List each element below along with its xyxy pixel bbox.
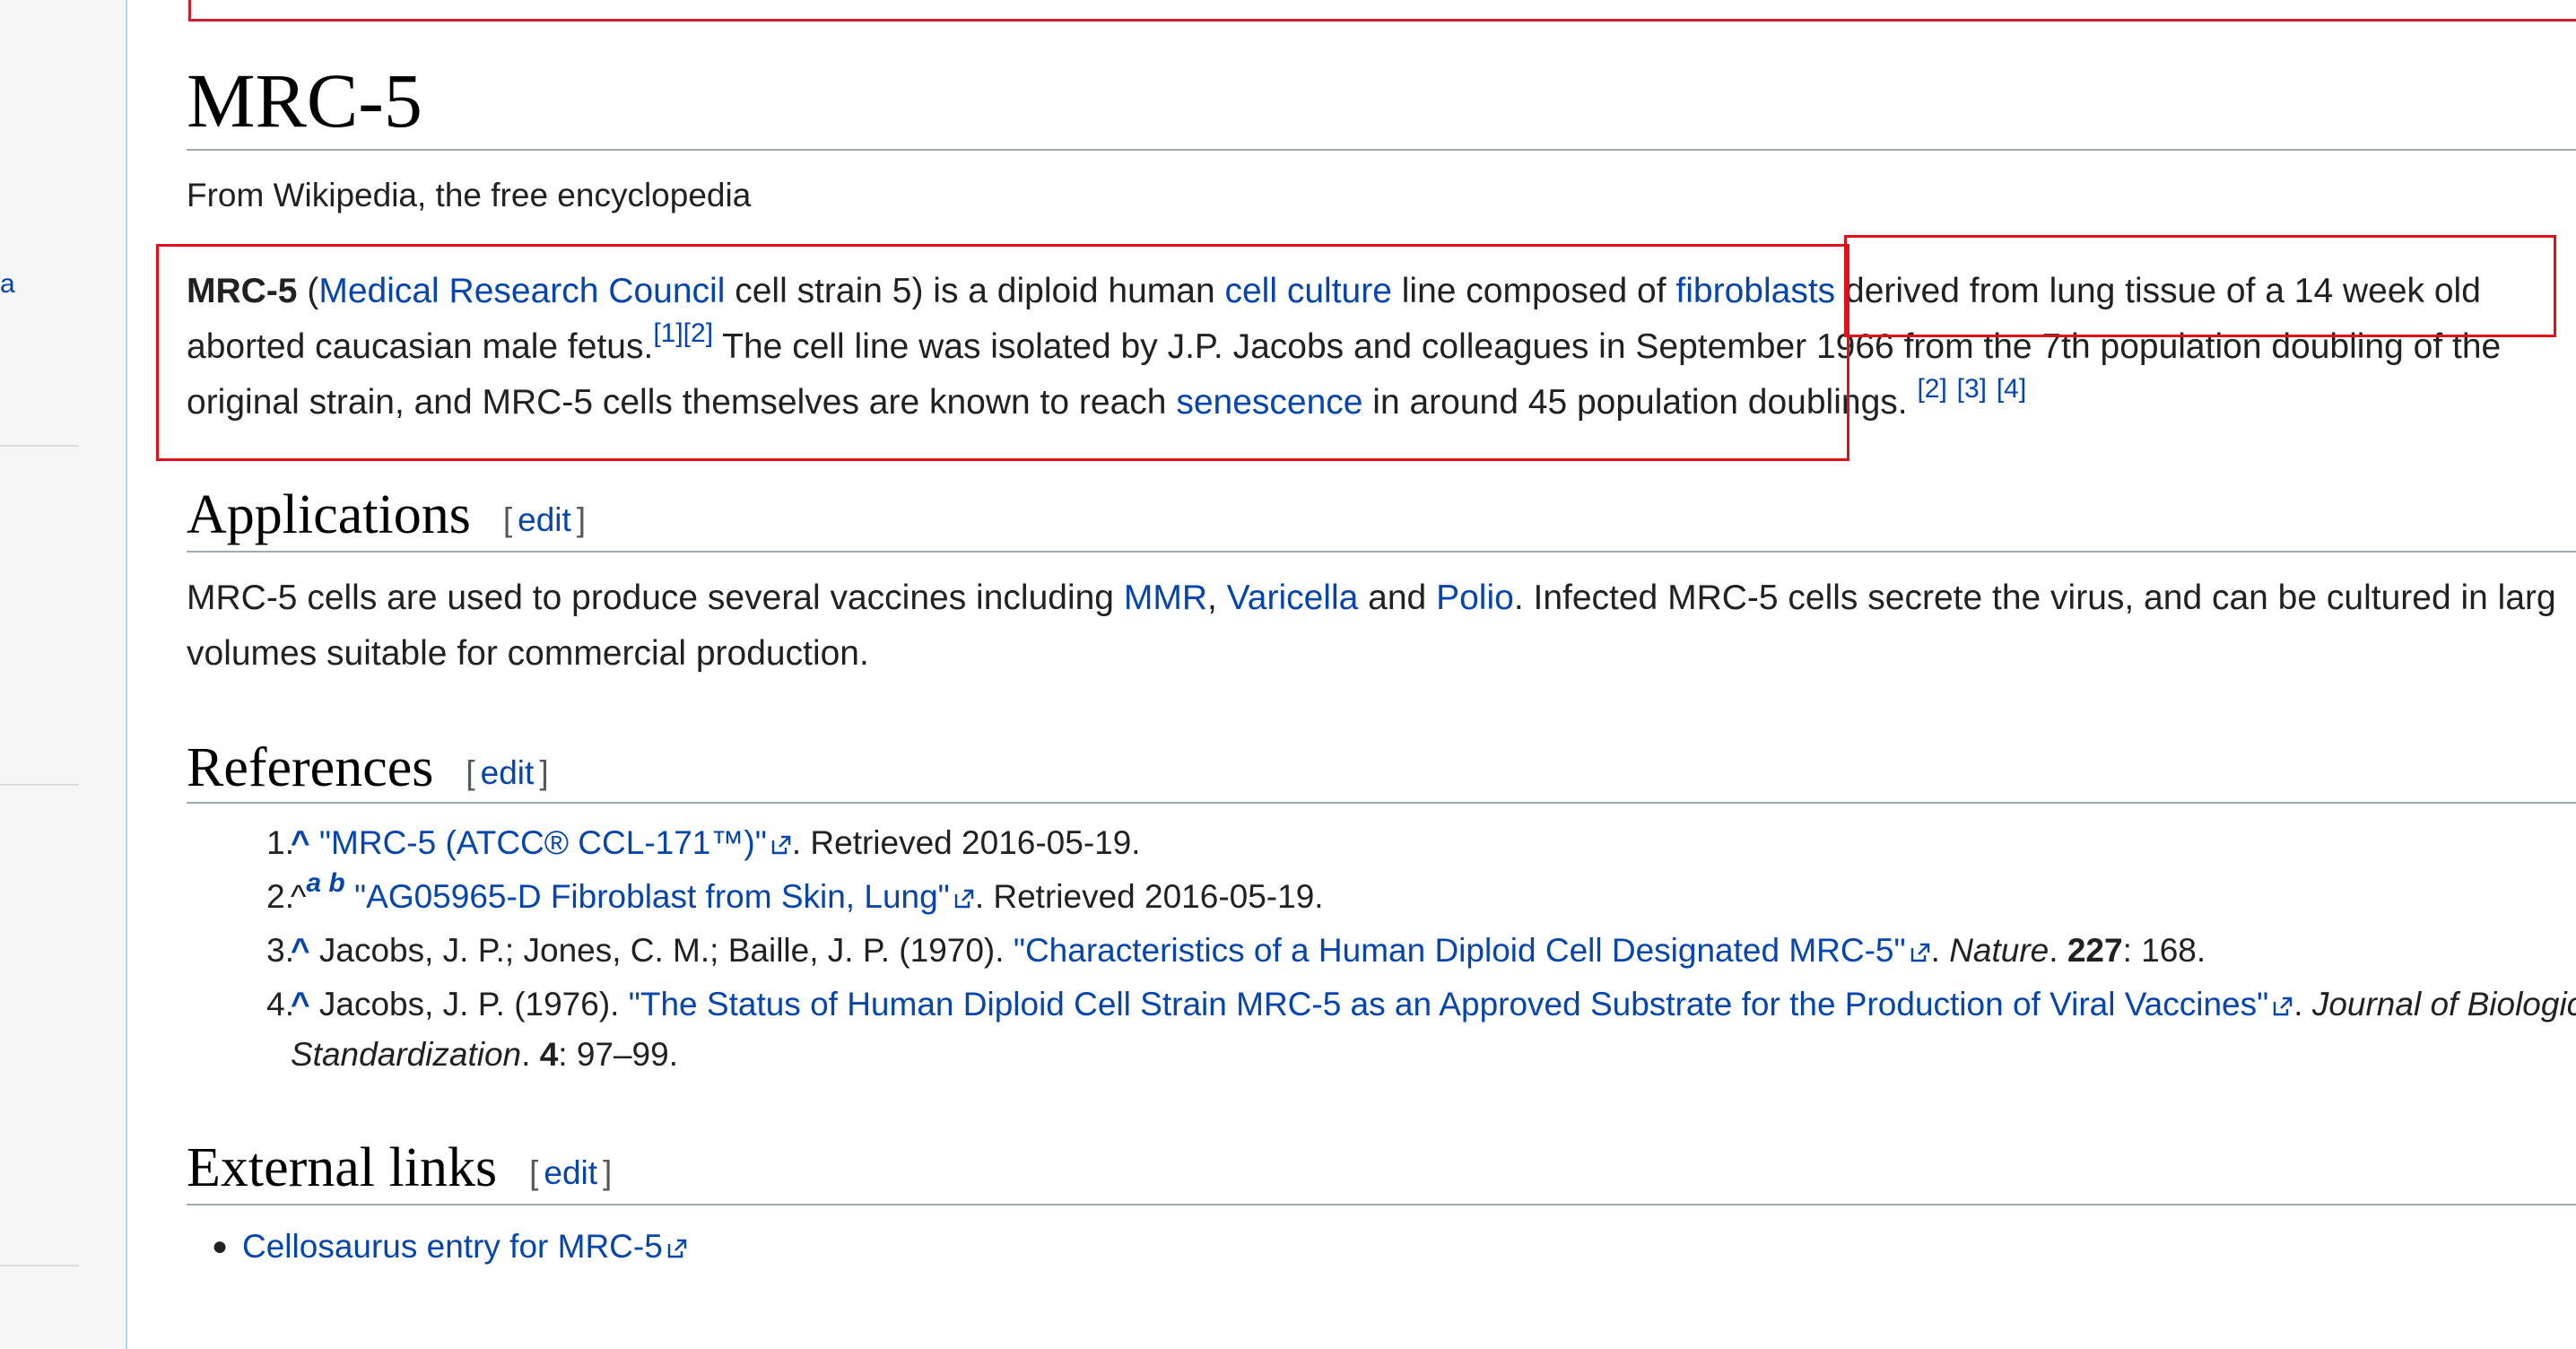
section-divider (187, 802, 2576, 804)
edit-section-references: [edit] (466, 754, 549, 791)
ref-backlink[interactable]: ^ (291, 986, 310, 1023)
link-mmr[interactable]: MMR (1124, 579, 1207, 617)
edit-section-external-links: [edit] (529, 1154, 613, 1191)
external-link-icon (2274, 997, 2293, 1016)
top-highlight-box (188, 0, 2576, 22)
tagline: From Wikipedia, the free encyclopedia (187, 177, 752, 213)
bullet-icon: ● (212, 1232, 229, 1261)
edit-link[interactable]: edit (544, 1154, 597, 1191)
sidebar-divider (0, 445, 79, 447)
highlight-box-intro (156, 244, 1849, 461)
section-heading-applications: Applications[edit] (187, 484, 587, 545)
link-varicella[interactable]: Varicella (1227, 579, 1359, 617)
ref-backlink[interactable]: ^ (291, 824, 310, 861)
citation-4[interactable]: [4] (1997, 374, 2026, 404)
section-divider (187, 551, 2576, 553)
page-title: MRC-5 (187, 57, 422, 144)
section-divider (187, 1204, 2576, 1205)
ref-backlinks[interactable]: a b (306, 868, 344, 898)
citation-3[interactable]: [3] (1957, 374, 1987, 404)
section-heading-external-links: External links[edit] (187, 1137, 613, 1198)
edit-link[interactable]: edit (481, 754, 535, 791)
ref-backlink[interactable]: ^ (291, 932, 310, 969)
ref-link[interactable]: "Characteristics of a Human Diploid Cell… (1014, 932, 1906, 969)
link-polio[interactable]: Polio (1436, 579, 1514, 617)
sidebar: a (0, 0, 127, 1349)
link-cellosaurus[interactable]: Cellosaurus entry for MRC-5 (242, 1228, 663, 1265)
sidebar-divider (0, 784, 79, 786)
section-heading-references: References[edit] (187, 737, 549, 798)
edit-section-applications: [edit] (502, 501, 587, 538)
sidebar-partial-link[interactable]: a (0, 269, 15, 300)
external-link-icon (771, 835, 791, 855)
title-divider (187, 149, 2576, 151)
external-link-icon (1910, 943, 1929, 962)
ref-link[interactable]: "AG05965-D Fibroblast from Skin, Lung" (354, 878, 950, 915)
citation-2b[interactable]: [2] (1917, 374, 1946, 404)
ref-link[interactable]: "The Status of Human Diploid Cell Strain… (629, 986, 2269, 1023)
sidebar-divider (0, 1265, 79, 1266)
external-link-icon (954, 889, 974, 909)
ref-link[interactable]: "MRC-5 (ATCC® CCL-171™)" (319, 824, 767, 861)
edit-link[interactable]: edit (518, 501, 571, 538)
external-link-icon (667, 1239, 687, 1258)
applications-line-2: volumes suitable for commercial producti… (187, 634, 869, 673)
highlight-box-phrase (1844, 235, 2556, 337)
applications-line-1: MRC-5 cells are used to produce several … (187, 579, 2556, 617)
